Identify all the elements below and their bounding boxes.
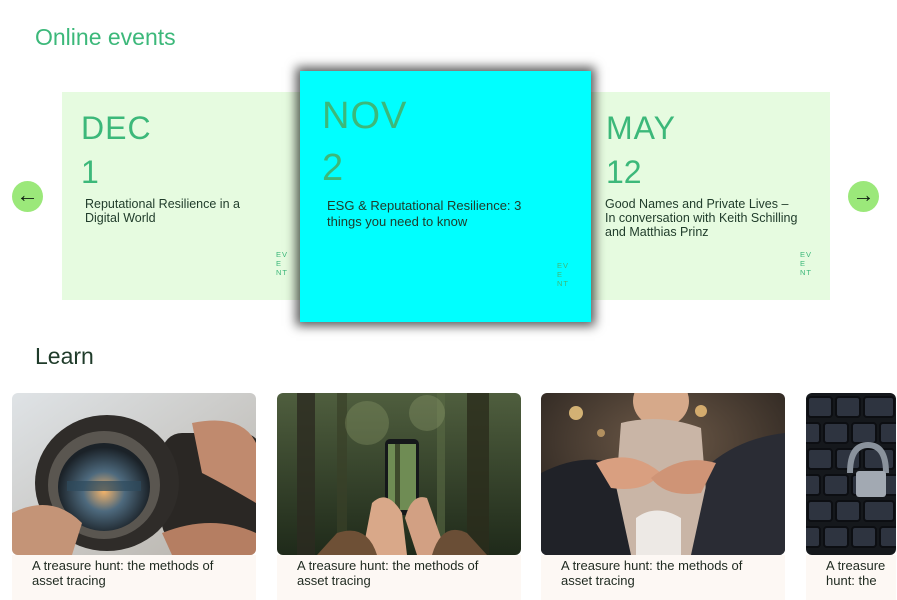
event-title[interactable]: Reputational Resilience in a Digital Wor… [85, 197, 255, 225]
event-type-tag: EVENT [800, 250, 813, 277]
keyboard-lock-photo[interactable] [806, 393, 896, 555]
event-title[interactable]: Good Names and Private Lives – In conver… [605, 197, 800, 239]
event-day: 2 [322, 147, 344, 189]
event-type-tag: EVENT [276, 250, 289, 277]
learn-card-caption[interactable]: A treasure hunt: the [806, 555, 896, 600]
event-day: 12 [606, 154, 642, 190]
learn-card[interactable]: A treasure hunt: the methods of asset tr… [277, 393, 521, 600]
handshake-photo[interactable] [541, 393, 785, 555]
learn-card[interactable]: A treasure hunt: the [806, 393, 897, 600]
event-day: 1 [81, 154, 99, 190]
phone-forest-photo[interactable] [277, 393, 521, 555]
learn-card-caption[interactable]: A treasure hunt: the methods of asset tr… [541, 555, 785, 600]
event-card-dec[interactable]: DEC 1 Reputational Resilience in a Digit… [62, 92, 302, 300]
learn-card[interactable]: A treasure hunt: the methods of asset tr… [541, 393, 785, 600]
carousel-next-button[interactable]: → [848, 181, 879, 212]
learn-card-caption[interactable]: A treasure hunt: the methods of asset tr… [12, 555, 256, 600]
carousel-prev-button[interactable]: ← [12, 181, 43, 212]
learn-card-caption[interactable]: A treasure hunt: the methods of asset tr… [277, 555, 521, 600]
online-events-heading: Online events [35, 24, 176, 50]
event-type-tag: EVENT [557, 261, 570, 288]
event-card-nov-active[interactable]: NOV 2 ESG & Reputational Resilience: 3 t… [300, 71, 591, 322]
event-card-may[interactable]: MAY 12 Good Names and Private Lives – In… [588, 92, 830, 300]
binoculars-photo[interactable] [12, 393, 256, 555]
event-month: MAY [606, 110, 676, 146]
event-title[interactable]: ESG & Reputational Resilience: 3 things … [327, 198, 537, 230]
learn-card[interactable]: A treasure hunt: the methods of asset tr… [12, 393, 256, 600]
event-month: DEC [81, 110, 152, 146]
event-month: NOV [322, 95, 408, 137]
learn-heading: Learn [35, 343, 94, 369]
